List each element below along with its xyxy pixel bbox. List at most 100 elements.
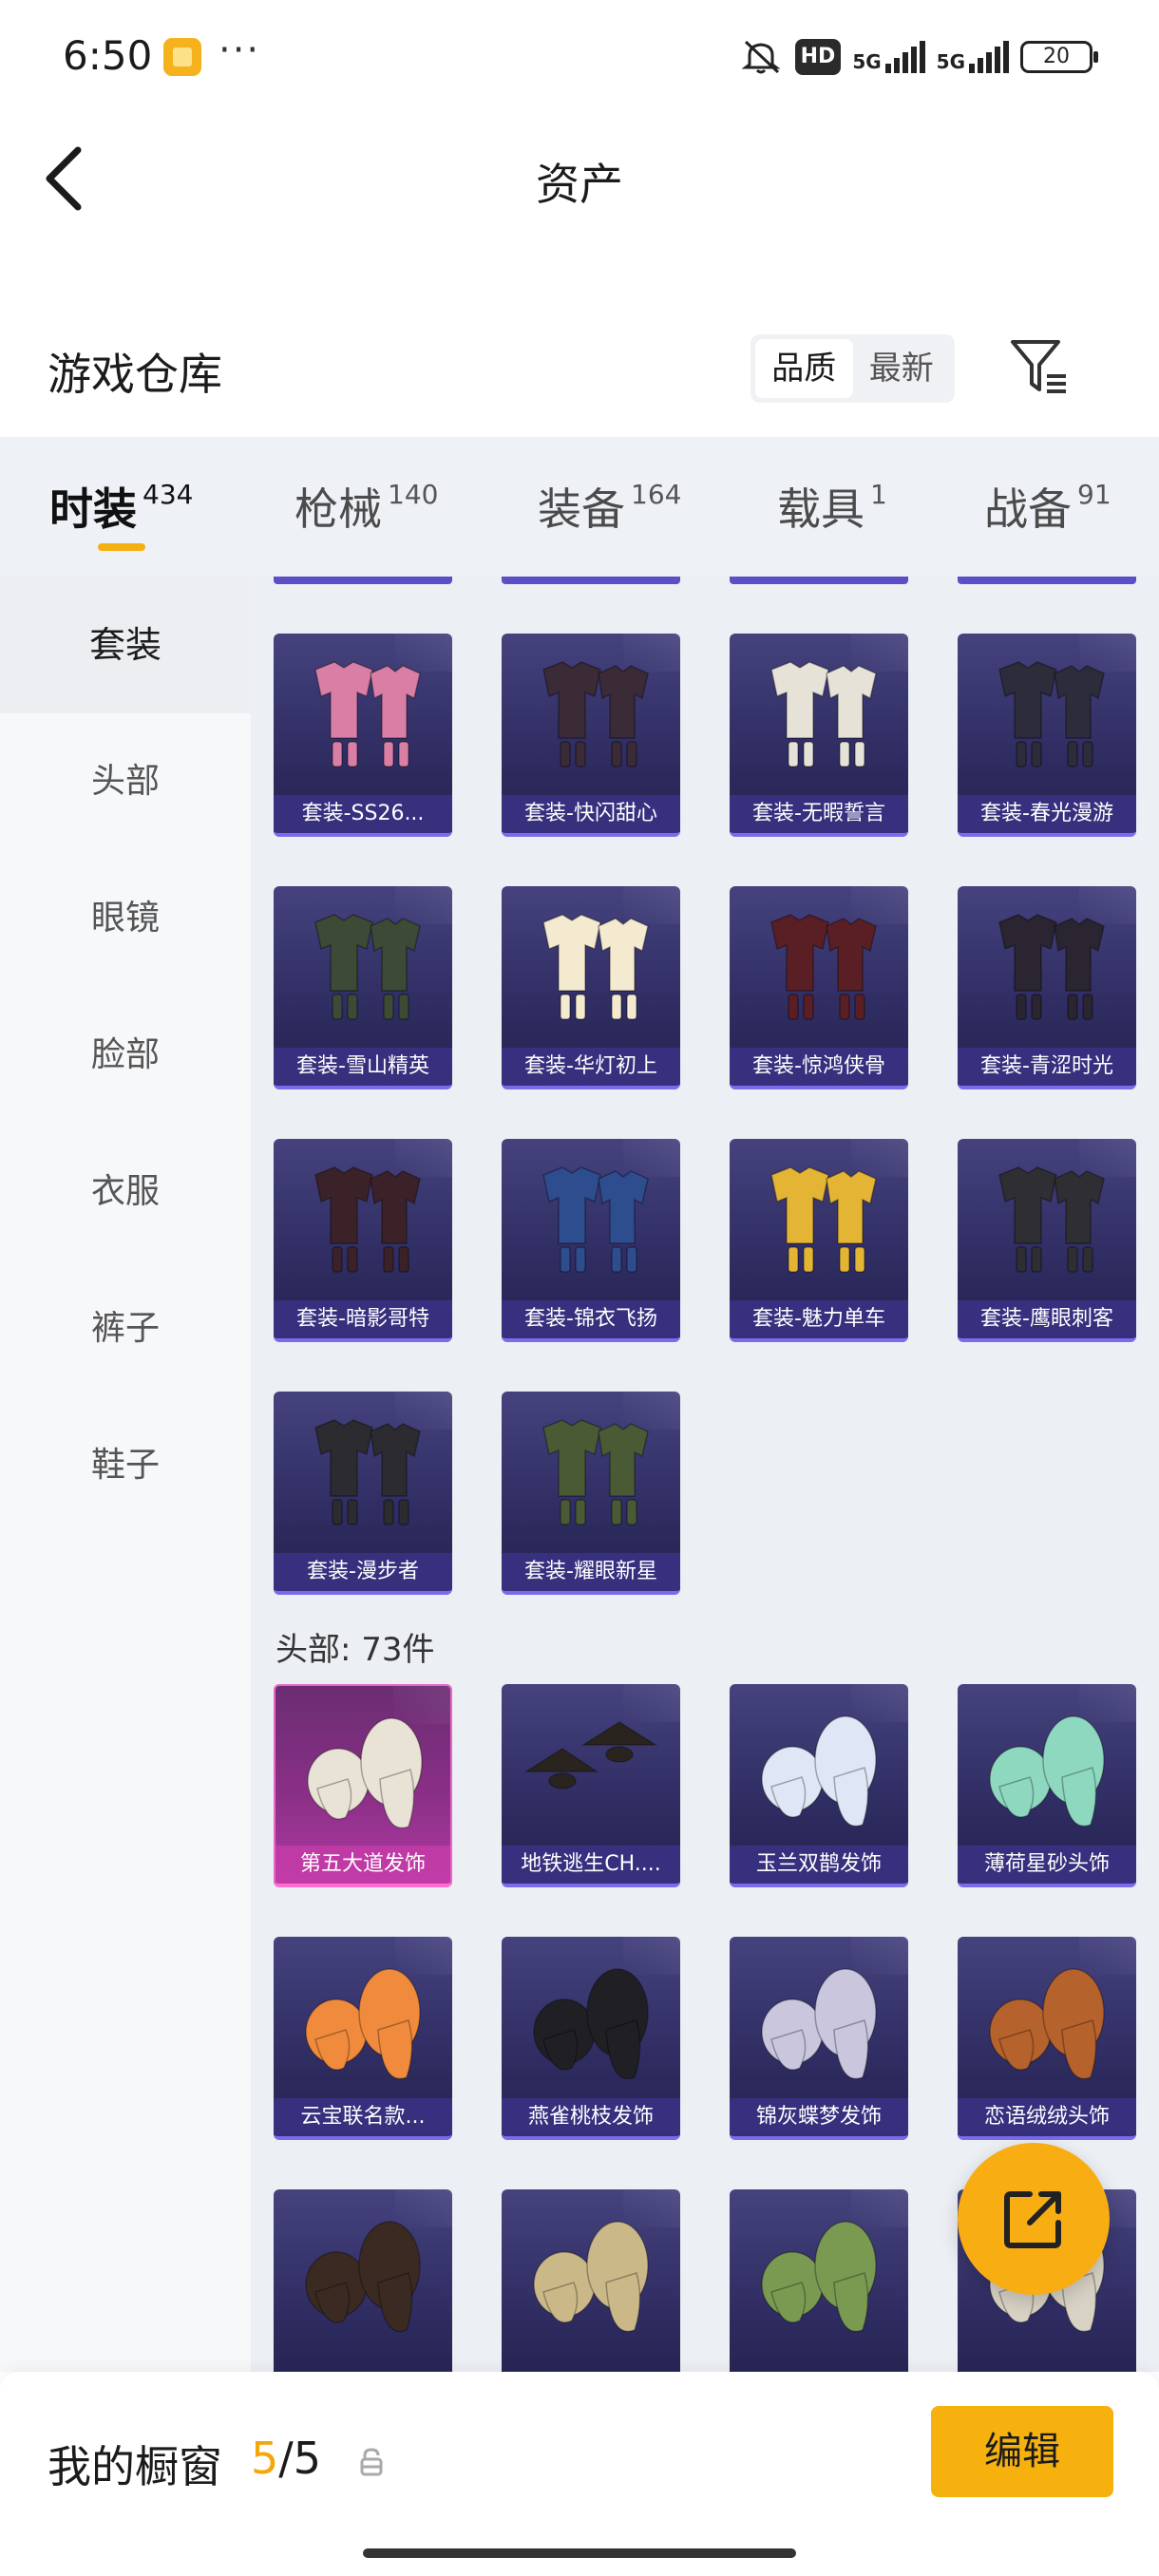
head-item-card[interactable]	[502, 2189, 680, 2372]
outfit-set-card[interactable]: 套装-惊鸿侠骨	[730, 886, 908, 1089]
head-item-card[interactable]	[730, 2189, 908, 2372]
outfit-set-card[interactable]: 套装-春光漫游	[958, 634, 1136, 837]
outfit-image	[542, 661, 649, 767]
sidebar-item-clothes[interactable]: 衣服	[0, 1124, 251, 1260]
hair-image	[989, 1968, 1105, 2080]
sidebar-item-shoes[interactable]: 鞋子	[0, 1397, 251, 1534]
head-item-card[interactable]	[274, 2189, 452, 2372]
sort-quality[interactable]: 品质	[755, 339, 853, 398]
outfit-image	[770, 661, 877, 767]
status-more: ···	[218, 28, 261, 72]
item-name: 恋语绒绒头饰	[958, 2098, 1136, 2136]
sort-toggle: 品质 最新	[750, 334, 955, 403]
tab-label: 时装	[49, 483, 137, 535]
outfit-set-card[interactable]: 套装-SS26...	[274, 634, 452, 837]
item-name: 套装-无暇誓言	[730, 795, 908, 833]
tab-supplies[interactable]: 战备 91	[984, 475, 1112, 538]
status-bar: 6:50 ··· HD 5G 5G 20	[0, 0, 1159, 114]
item-name: 套装-青涩时光	[958, 1048, 1136, 1086]
outfit-image	[770, 1166, 877, 1273]
tab-count: 1	[870, 479, 887, 510]
scrolled-card-edge	[502, 577, 680, 584]
head-item-card[interactable]: 锦灰蝶梦发饰	[730, 1937, 908, 2140]
lock-icon	[360, 2448, 383, 2476]
tab-guns[interactable]: 枪械 140	[294, 475, 438, 538]
head-item-card[interactable]: 第五大道发饰	[274, 1684, 452, 1887]
signal-2: 5G	[937, 41, 1009, 73]
outfit-set-card[interactable]: 套装-雪山精英	[274, 886, 452, 1089]
outfit-image	[542, 914, 649, 1020]
tab-gear[interactable]: 装备 164	[538, 475, 681, 538]
hair-image	[305, 1968, 421, 2080]
tab-count: 434	[142, 479, 194, 510]
sidebar-item-glasses[interactable]: 眼镜	[0, 850, 251, 987]
head-item-card[interactable]: 薄荷星砂头饰	[958, 1684, 1136, 1887]
outfit-set-card[interactable]: 套装-华灯初上	[502, 886, 680, 1089]
showcase-total: /5	[278, 2433, 322, 2484]
outfit-set-card[interactable]: 套装-无暇誓言	[730, 634, 908, 837]
hair-image	[305, 2221, 421, 2333]
outfit-image	[314, 661, 421, 767]
head-item-card[interactable]: 玉兰双鹊发饰	[730, 1684, 908, 1887]
item-name: 地铁逃生CH....	[502, 1846, 680, 1884]
tab-fashion[interactable]: 时装 434	[49, 475, 193, 538]
scrolled-card-edge	[958, 577, 1136, 584]
outfit-image	[314, 1166, 421, 1273]
status-indicators: HD 5G 5G 20	[740, 34, 1098, 80]
warehouse-title: 游戏仓库	[48, 349, 222, 400]
outfit-set-card[interactable]: 套装-漫步者	[274, 1392, 452, 1595]
item-name: 套装-暗影哥特	[274, 1300, 452, 1338]
outfit-set-card[interactable]: 套装-快闪甜心	[502, 634, 680, 837]
item-name: 套装-耀眼新星	[502, 1553, 680, 1591]
outfit-set-card[interactable]: 套装-锦衣飞扬	[502, 1139, 680, 1342]
network-type-1: 5G	[852, 50, 882, 73]
edit-button[interactable]: 编辑	[931, 2406, 1113, 2497]
item-name: 套装-锦衣飞扬	[502, 1300, 680, 1338]
item-name: 套装-惊鸿侠骨	[730, 1048, 908, 1086]
filter-button[interactable]	[1007, 334, 1074, 401]
item-name: 燕雀桃枝发饰	[502, 2098, 680, 2136]
hair-image	[533, 1968, 649, 2080]
tab-count: 164	[631, 479, 682, 510]
outfit-set-card[interactable]: 套装-暗影哥特	[274, 1139, 452, 1342]
item-name: 套装-漫步者	[274, 1553, 452, 1591]
outfit-set-card[interactable]: 套装-耀眼新星	[502, 1392, 680, 1595]
sidebar-item-head[interactable]: 头部	[0, 713, 251, 850]
head-item-card[interactable]: 燕雀桃枝发饰	[502, 1937, 680, 2140]
tab-label: 战备	[984, 483, 1072, 535]
head-item-card[interactable]: 云宝联名款...	[274, 1937, 452, 2140]
head-item-card[interactable]: 恋语绒绒头饰	[958, 1937, 1136, 2140]
head-item-card[interactable]: 地铁逃生CH....	[502, 1684, 680, 1887]
item-name: 套装-魅力单车	[730, 1300, 908, 1338]
head-section-label: 头部: 73件	[276, 1631, 435, 1669]
outfit-set-card[interactable]: 套装-青涩时光	[958, 886, 1136, 1089]
item-name: 云宝联名款...	[274, 2098, 452, 2136]
sort-newest[interactable]: 最新	[853, 339, 951, 398]
share-button[interactable]	[958, 2143, 1110, 2295]
outfit-image	[314, 914, 421, 1020]
outfit-image	[542, 1166, 649, 1273]
outfit-image	[542, 1419, 649, 1525]
hair-image	[761, 2221, 877, 2333]
outfit-set-card[interactable]: 套装-魅力单车	[730, 1139, 908, 1342]
showcase-count: 5/5	[251, 2433, 321, 2484]
outfit-set-card[interactable]: 套装-鹰眼刺客	[958, 1139, 1136, 1342]
tab-vehicles[interactable]: 载具 1	[777, 475, 887, 538]
outfit-image	[770, 914, 877, 1020]
item-name: 套装-鹰眼刺客	[958, 1300, 1136, 1338]
item-name: 第五大道发饰	[276, 1846, 450, 1884]
tab-label: 装备	[538, 483, 625, 535]
item-name: 薄荷星砂头饰	[958, 1846, 1136, 1884]
hair-image	[761, 1968, 877, 2080]
item-name: 套装-华灯初上	[502, 1048, 680, 1086]
subcategory-sidebar: 套装 头部 眼镜 脸部 衣服 裤子 鞋子	[0, 577, 251, 2372]
tab-count: 91	[1077, 479, 1112, 510]
sidebar-item-pants[interactable]: 裤子	[0, 1260, 251, 1397]
sidebar-item-sets[interactable]: 套装	[0, 577, 251, 713]
page-title: 资产	[536, 159, 623, 210]
sidebar-item-face[interactable]: 脸部	[0, 987, 251, 1124]
signal-bars-icon	[969, 41, 1009, 73]
status-time: 6:50	[63, 32, 153, 79]
tab-label: 枪械	[294, 483, 382, 535]
hair-image	[989, 1715, 1105, 1828]
